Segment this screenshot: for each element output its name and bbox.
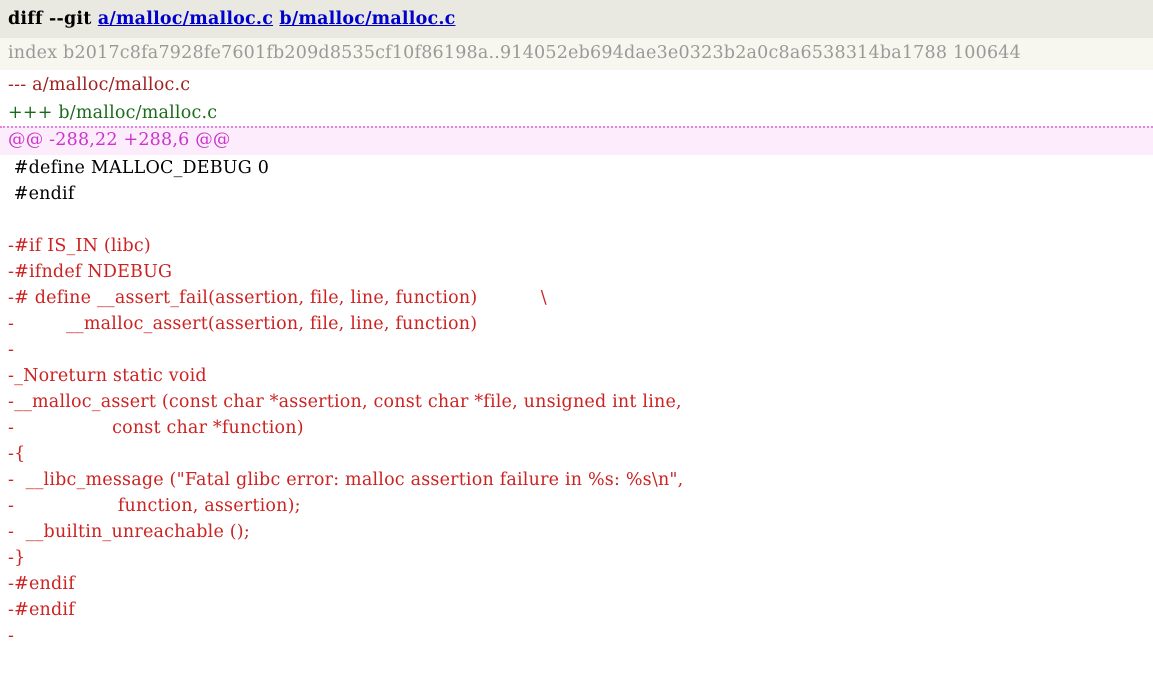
diff-line-removed: -#endif xyxy=(0,571,1153,597)
diff-line-removed: - xyxy=(0,337,1153,363)
diff-viewer: diff --git a/malloc/malloc.c b/malloc/ma… xyxy=(0,0,1153,686)
index-line: index b2017c8fa7928fe7601fb209d8535cf10f… xyxy=(0,38,1153,70)
diff-line-removed: - __builtin_unreachable (); xyxy=(0,519,1153,545)
diff-line-removed: - __malloc_assert(assertion, file, line,… xyxy=(0,311,1153,337)
new-file-header: +++ b/malloc/malloc.c xyxy=(0,100,1153,126)
diff-line-removed: -} xyxy=(0,545,1153,571)
diff-line-removed: -# define __assert_fail(assertion, file,… xyxy=(0,285,1153,311)
diff-line-removed: -_Noreturn static void xyxy=(0,363,1153,389)
old-file-header: --- a/malloc/malloc.c xyxy=(0,70,1153,100)
hunk-header: @@ -288,22 +288,6 @@ xyxy=(0,126,1153,155)
diff-line-removed: -#endif xyxy=(0,597,1153,623)
diff-line-removed: - __libc_message ("Fatal glibc error: ma… xyxy=(0,467,1153,493)
diff-line-context xyxy=(0,207,1153,233)
diff-line-removed: - function, assertion); xyxy=(0,493,1153,519)
diff-line-removed: -{ xyxy=(0,441,1153,467)
diff-line-context: #define MALLOC_DEBUG 0 xyxy=(0,155,1153,181)
diff-body: #define MALLOC_DEBUG 0 #endif -#if IS_IN … xyxy=(0,155,1153,649)
diff-line-context: #endif xyxy=(0,181,1153,207)
diff-line-removed: -__malloc_assert (const char *assertion,… xyxy=(0,389,1153,415)
new-file-path-link[interactable]: b/malloc/malloc.c xyxy=(279,9,455,29)
diff-line-removed: -#if IS_IN (libc) xyxy=(0,233,1153,259)
diff-line-removed: - xyxy=(0,623,1153,649)
diff-line-removed: - const char *function) xyxy=(0,415,1153,441)
diff-command-prefix: diff --git xyxy=(8,9,98,29)
diff-command-line: diff --git a/malloc/malloc.c b/malloc/ma… xyxy=(0,0,1153,38)
old-file-path-link[interactable]: a/malloc/malloc.c xyxy=(98,9,273,29)
diff-line-removed: -#ifndef NDEBUG xyxy=(0,259,1153,285)
